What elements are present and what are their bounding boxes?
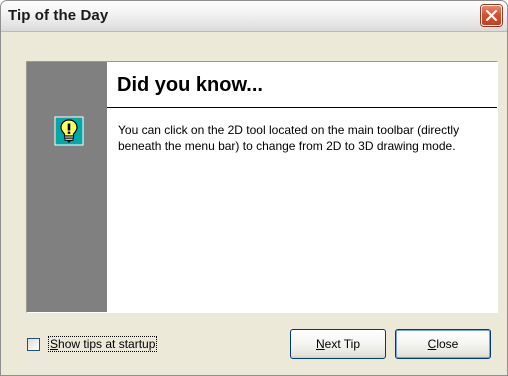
next-tip-button[interactable]: Next Tip (290, 329, 386, 359)
show-tips-checkbox[interactable] (27, 337, 40, 351)
window-close-button[interactable] (481, 5, 502, 26)
side-strip (27, 62, 107, 312)
show-tips-label-text: how tips at startup (58, 337, 156, 351)
lightbulb-icon (54, 116, 84, 146)
close-icon (485, 9, 498, 22)
show-tips-label[interactable]: Show tips at startup (47, 336, 158, 352)
tip-text: You can click on the 2D tool located on … (118, 123, 460, 153)
next-tip-label: ext Tip (324, 337, 361, 351)
window-title: Tip of the Day (8, 7, 109, 24)
tip-of-the-day-dialog: Tip of the Day Did you know... You can c… (0, 0, 508, 376)
heading-divider (107, 107, 497, 108)
tip-heading: Did you know... (117, 74, 263, 96)
title-bar[interactable]: Tip of the Day (1, 1, 507, 32)
close-button[interactable]: Close (395, 329, 491, 359)
tip-panel: Did you know... You can click on the 2D … (26, 61, 498, 313)
show-tips-mnemonic: S (50, 337, 59, 351)
next-tip-mnemonic: N (315, 337, 325, 351)
close-label: lose (436, 337, 459, 351)
show-tips-checkbox-row[interactable]: Show tips at startup (27, 335, 158, 353)
